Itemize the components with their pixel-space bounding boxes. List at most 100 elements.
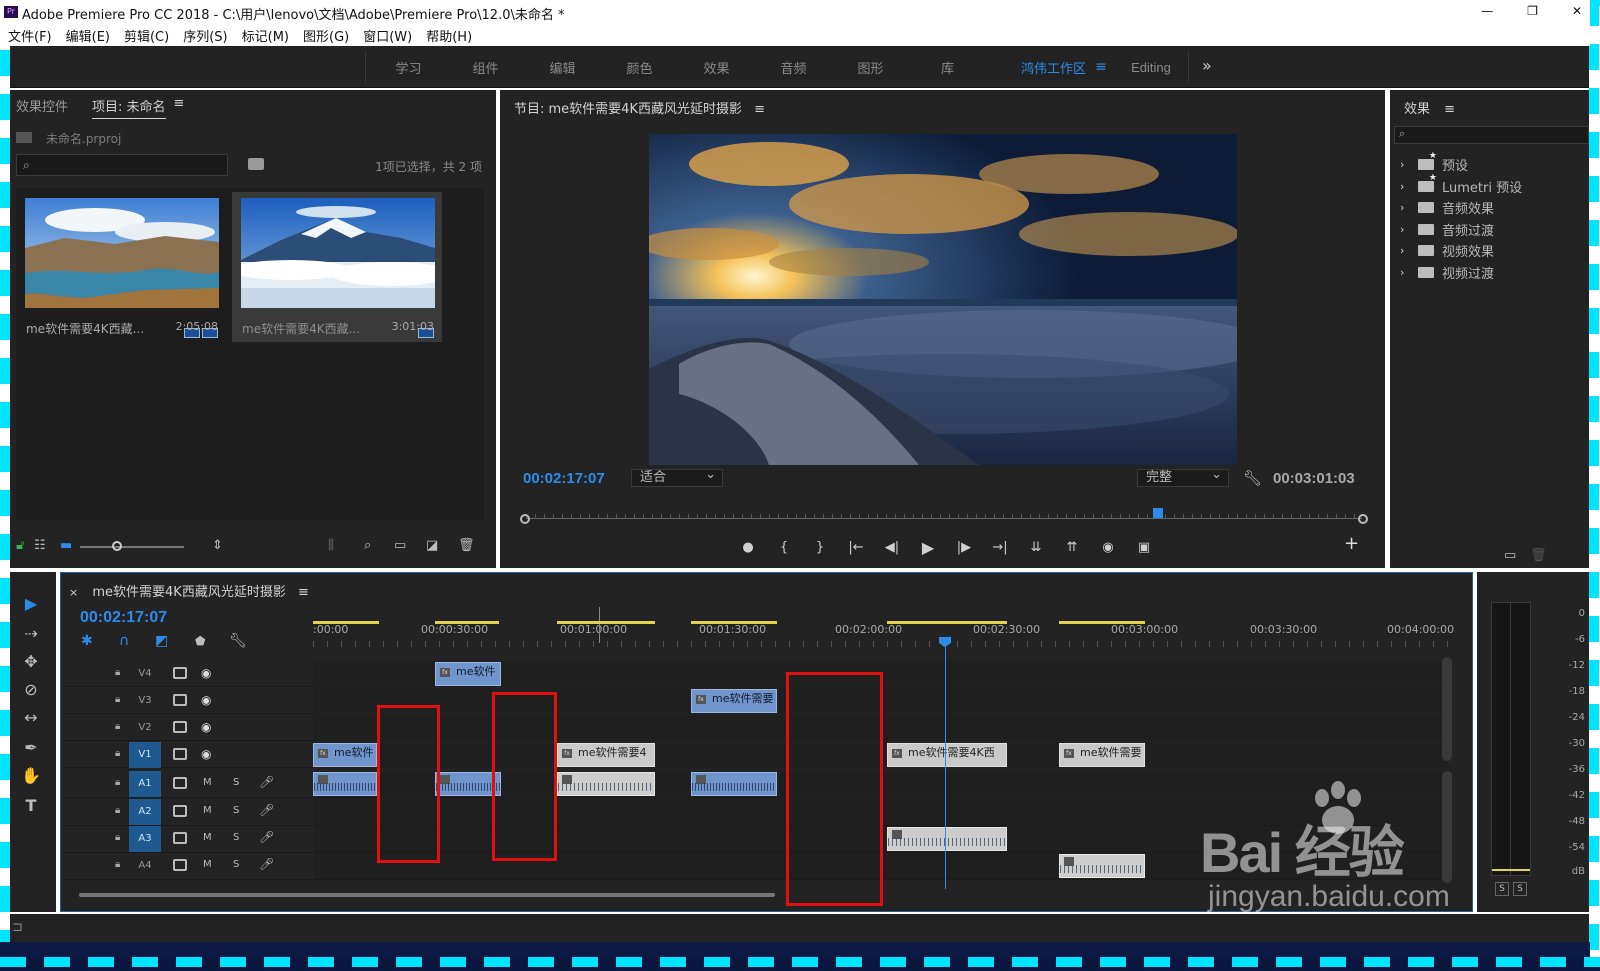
audio-tracks-scrollbar[interactable] (1442, 771, 1452, 883)
comparison-view-icon[interactable]: ▣ (1126, 540, 1162, 555)
solo-right-button[interactable]: S (1513, 882, 1527, 896)
workspace-tab-libraries[interactable]: 库 (909, 58, 986, 77)
mute-button[interactable]: M (203, 859, 212, 870)
eye-icon[interactable]: ◉ (201, 666, 211, 680)
project-search-input[interactable]: ⌕ (16, 154, 228, 176)
effects-item[interactable]: › 视频效果 (1400, 240, 1522, 262)
extract-button[interactable]: ⇈ (1054, 540, 1090, 555)
solo-button[interactable]: S (233, 805, 239, 816)
effects-item[interactable]: › 音频效果 (1400, 197, 1522, 219)
sync-lock-icon[interactable] (173, 667, 187, 679)
lock-icon[interactable]: 🔒︎ (115, 832, 120, 843)
solo-button[interactable]: S (233, 832, 239, 843)
project-clip[interactable]: me软件需要4K西藏... 3:01:03 (232, 192, 442, 342)
workspace-tab-learn[interactable]: 学习 (370, 58, 447, 77)
effects-search-input[interactable]: ⌕ (1394, 126, 1589, 144)
new-bin-icon[interactable]: ▭ (394, 538, 406, 554)
sync-lock-icon[interactable] (173, 694, 187, 706)
sort-icon[interactable]: ⇕ (212, 538, 223, 554)
more-workspaces-icon[interactable]: » (1202, 56, 1212, 75)
go-to-in-button[interactable]: |← (838, 540, 874, 555)
track-label[interactable]: A2 (129, 799, 161, 825)
type-tool[interactable]: T (16, 794, 46, 818)
zoom-handle[interactable] (112, 541, 122, 551)
panel-menu-icon[interactable]: ≡ (754, 102, 765, 117)
track-label[interactable]: V3 (129, 688, 161, 714)
pen-tool[interactable]: ✒ (16, 736, 46, 760)
fit-select[interactable]: 适合 (631, 467, 723, 487)
audio-clip[interactable] (1059, 854, 1145, 878)
lock-icon[interactable]: 🔒︎ (115, 777, 120, 788)
play-button[interactable]: ▶ (910, 538, 946, 557)
solo-left-button[interactable]: S (1495, 882, 1509, 896)
track-label[interactable]: A4 (129, 853, 161, 879)
search-bin-icon[interactable] (248, 158, 264, 170)
eye-icon[interactable]: ◉ (201, 720, 211, 734)
menu-sequence[interactable]: 序列(S) (183, 26, 227, 45)
step-back-button[interactable]: ◀| (874, 540, 910, 555)
workspace-tab-effects[interactable]: 效果 (678, 58, 755, 77)
mute-button[interactable]: M (203, 777, 212, 788)
audio-clip[interactable] (557, 772, 655, 796)
menu-graphics[interactable]: 图形(G) (303, 26, 349, 45)
scrub-playhead[interactable] (1153, 508, 1163, 518)
maximize-button[interactable]: ❐ (1527, 4, 1538, 18)
lock-icon[interactable]: 🔒︎ (115, 694, 120, 705)
icon-view-icon[interactable]: ▬ (60, 538, 72, 554)
wrench-icon[interactable]: 🔧︎ (1243, 470, 1262, 486)
solo-button[interactable]: S (233, 859, 239, 870)
workspace-tab-graphics[interactable]: 图形 (832, 58, 909, 77)
panel-menu-icon[interactable]: ≡ (1444, 102, 1455, 117)
menu-window[interactable]: 窗口(W) (363, 26, 412, 45)
razor-tool[interactable]: ⊘ (16, 678, 46, 702)
track-label[interactable]: A3 (129, 826, 161, 852)
workspace-tab-edit[interactable]: 编辑 (524, 58, 601, 77)
project-clip[interactable]: me软件需要4K西藏... 2:05:08 (16, 192, 226, 342)
lock-icon[interactable]: 🔒︎ (115, 748, 120, 759)
lift-button[interactable]: ⇊ (1018, 540, 1054, 555)
mark-in-button[interactable]: { (766, 540, 802, 555)
menu-clip[interactable]: 剪辑(C) (124, 26, 169, 45)
sync-lock-icon[interactable] (173, 805, 187, 817)
timeline-timecode[interactable]: 00:02:17:07 (80, 609, 167, 627)
sync-lock-icon[interactable] (173, 832, 187, 844)
find-icon[interactable]: ⌕ (364, 538, 371, 554)
ripple-edit-tool[interactable]: ✥ (16, 650, 46, 674)
lock-icon[interactable]: 🔒︎ (115, 721, 120, 732)
lock-icon[interactable]: 🔒︎ (115, 859, 120, 870)
selection-tool[interactable]: ▶ (16, 592, 46, 616)
monitor-scrubber[interactable] (520, 508, 1368, 526)
workspace-tab-assembly[interactable]: 组件 (447, 58, 524, 77)
effects-item[interactable]: › 视频过渡 (1400, 262, 1522, 284)
panel-menu-icon[interactable]: ≡ (298, 585, 309, 600)
effects-item[interactable]: › 音频过渡 (1400, 219, 1522, 241)
panel-menu-icon[interactable]: ≡ (174, 96, 185, 119)
close-button[interactable]: ✕ (1572, 4, 1582, 18)
video-clip[interactable]: fx me软件 (313, 743, 377, 767)
menu-edit[interactable]: 编辑(E) (66, 26, 110, 45)
video-clip[interactable]: fx me软件需要4K西 (887, 743, 1007, 767)
new-item-icon[interactable]: ◪ (426, 538, 438, 554)
audio-clip[interactable] (887, 827, 1007, 851)
menu-marker[interactable]: 标记(M) (242, 26, 289, 45)
new-bin-icon[interactable]: ▭ (1504, 548, 1516, 564)
workspace-tab-editing[interactable]: Editing (1116, 60, 1186, 75)
menu-file[interactable]: 文件(F) (8, 26, 52, 45)
linked-selection-icon[interactable]: ◩ (155, 633, 168, 649)
track-label[interactable]: V2 (129, 715, 161, 741)
tab-project[interactable]: 项目: 未命名 (92, 96, 166, 119)
quality-select[interactable]: 完整 (1137, 467, 1229, 487)
track-label[interactable]: V1 (129, 742, 161, 768)
effects-item[interactable]: ›预设 (1400, 151, 1522, 176)
sync-lock-icon[interactable] (173, 721, 187, 733)
trash-icon[interactable]: 🗑︎ (458, 538, 475, 554)
lock-icon[interactable]: 🔓︎ (16, 538, 24, 554)
audio-clip[interactable] (313, 772, 377, 796)
workspace-tab-custom[interactable]: 鸿伟工作区 (986, 58, 1086, 77)
workspace-tab-color[interactable]: 颜色 (601, 58, 678, 77)
track-select-tool[interactable]: ⇢ (16, 622, 46, 646)
go-to-out-button[interactable]: →| (982, 540, 1018, 555)
microphone-icon[interactable]: 🎤︎ (259, 775, 274, 789)
lock-icon[interactable]: 🔒︎ (115, 805, 120, 816)
list-view-icon[interactable]: ☷ (34, 538, 46, 554)
